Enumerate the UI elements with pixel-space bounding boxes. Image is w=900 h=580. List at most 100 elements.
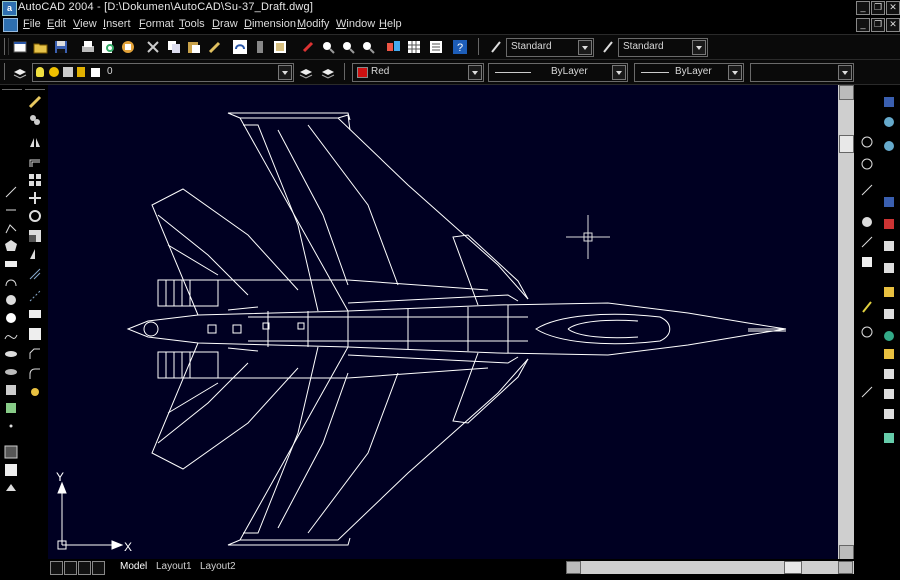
toolbar-grip[interactable] [4, 63, 8, 80]
chevron-down-icon[interactable] [728, 65, 742, 80]
match-properties-icon[interactable] [207, 39, 223, 55]
dimension-update-icon[interactable] [860, 385, 874, 399]
make-block-icon[interactable] [4, 401, 18, 415]
menu-window[interactable]: Window [336, 18, 375, 30]
dimension-linear-icon[interactable] [860, 135, 874, 149]
stretch-icon[interactable] [28, 247, 42, 261]
snap-endpoint-icon[interactable] [882, 95, 896, 109]
tab-layout1[interactable]: Layout1 [156, 561, 192, 572]
autocad-app-icon[interactable]: a [2, 1, 17, 16]
zoom-realtime-icon[interactable] [320, 39, 336, 55]
linetype-select[interactable]: ByLayer [488, 63, 628, 82]
dim-style-select[interactable]: Standard [618, 38, 708, 57]
toolbar-grip[interactable] [4, 38, 9, 55]
lightbulb-icon[interactable] [36, 67, 44, 77]
fillet-icon[interactable] [28, 367, 42, 381]
rotate-icon[interactable] [28, 209, 42, 223]
doc-close-icon[interactable]: ✕ [886, 18, 900, 32]
dimension-aligned-icon[interactable] [860, 157, 874, 171]
properties-icon[interactable] [272, 39, 288, 55]
toolbar-grip[interactable] [25, 89, 45, 93]
snap-perpendicular-icon[interactable] [882, 261, 896, 275]
break-icon[interactable] [28, 307, 42, 321]
paste-icon[interactable] [186, 39, 202, 55]
leader-icon[interactable] [860, 235, 874, 249]
offset-icon[interactable] [28, 155, 42, 169]
publish-icon[interactable] [120, 39, 136, 55]
snap-intersection-icon[interactable] [882, 139, 896, 153]
snap-insert-icon[interactable] [882, 329, 896, 343]
lock-icon[interactable] [77, 67, 85, 77]
menu-modify[interactable]: Modify [297, 18, 329, 30]
center-mark-icon[interactable] [860, 300, 874, 314]
snap-apparent-icon[interactable] [882, 367, 896, 381]
chevron-down-icon[interactable] [612, 65, 626, 80]
chevron-down-icon[interactable] [692, 40, 706, 55]
spline-icon[interactable] [4, 329, 18, 343]
snap-none-icon[interactable] [882, 387, 896, 401]
next-tab-icon[interactable] [78, 561, 91, 575]
menu-insert[interactable]: Insert [103, 18, 131, 30]
layer-manager-icon[interactable] [12, 64, 28, 80]
menu-dimension[interactable]: Dimension [244, 18, 296, 30]
chevron-down-icon[interactable] [578, 40, 592, 55]
tolerance-icon[interactable] [860, 255, 874, 269]
lineweight-select[interactable]: ByLayer [634, 63, 744, 82]
chevron-down-icon[interactable] [838, 65, 852, 80]
point-icon[interactable] [4, 419, 18, 433]
last-tab-icon[interactable] [92, 561, 105, 575]
save-icon[interactable] [53, 39, 69, 55]
hatch-icon[interactable] [4, 445, 18, 459]
hscroll-thumb[interactable] [784, 561, 802, 574]
first-tab-icon[interactable] [50, 561, 63, 575]
open-icon[interactable] [33, 39, 49, 55]
design-center-icon[interactable] [386, 39, 402, 55]
scroll-left-icon[interactable] [566, 561, 581, 574]
snap-midpoint-icon[interactable] [882, 115, 896, 129]
move-icon[interactable] [28, 191, 42, 205]
join-icon[interactable] [28, 327, 42, 341]
construction-line-icon[interactable] [4, 203, 18, 217]
cut-icon[interactable] [145, 39, 161, 55]
viewport-freeze-icon[interactable] [63, 67, 73, 77]
snap-settings-icon[interactable] [882, 407, 896, 421]
document-icon[interactable] [3, 18, 18, 32]
dimension-radius-icon[interactable] [860, 183, 874, 197]
zoom-window-icon[interactable] [340, 39, 356, 55]
close-icon[interactable]: ✕ [886, 1, 900, 15]
scroll-down-icon[interactable] [839, 545, 854, 560]
sun-icon[interactable] [49, 67, 59, 77]
explode-icon[interactable] [28, 385, 42, 399]
tool-palettes-icon[interactable] [406, 39, 422, 55]
chevron-down-icon[interactable] [278, 65, 292, 80]
minimize-icon[interactable]: _ [856, 1, 870, 15]
toolbar-grip[interactable] [2, 89, 22, 93]
snap-center-icon[interactable] [882, 195, 896, 209]
text-style-select[interactable]: Standard [506, 38, 594, 57]
tab-layout2[interactable]: Layout2 [200, 561, 236, 572]
toolbar-grip[interactable] [478, 38, 482, 55]
restore-icon[interactable]: ❐ [871, 1, 885, 15]
region-icon[interactable] [4, 481, 18, 495]
snap-tangent-icon[interactable] [882, 239, 896, 253]
snap-node-icon[interactable] [882, 307, 896, 321]
snap-extension-icon[interactable] [882, 431, 896, 445]
dimension-angular-icon[interactable] [860, 215, 874, 229]
gradient-icon[interactable] [4, 463, 18, 477]
menu-tools[interactable]: Tools [179, 18, 205, 30]
ellipse-arc-icon[interactable] [4, 365, 18, 379]
erase-icon[interactable] [28, 95, 42, 109]
previous-tab-icon[interactable] [64, 561, 77, 575]
chevron-down-icon[interactable] [468, 65, 482, 80]
layer-select[interactable]: 0 [32, 63, 294, 82]
mirror-icon[interactable] [28, 135, 42, 149]
polygon-icon[interactable] [4, 239, 18, 253]
zoom-previous-icon[interactable] [360, 39, 376, 55]
snap-parallel-icon[interactable] [882, 285, 896, 299]
insert-block-icon[interactable] [4, 383, 18, 397]
undo-icon[interactable] [232, 39, 248, 55]
color-select[interactable]: Red [352, 63, 484, 82]
drawing-canvas[interactable]: Y X [48, 85, 838, 559]
vertical-scrollbar[interactable] [838, 85, 854, 560]
menu-help[interactable]: Help [379, 18, 402, 30]
